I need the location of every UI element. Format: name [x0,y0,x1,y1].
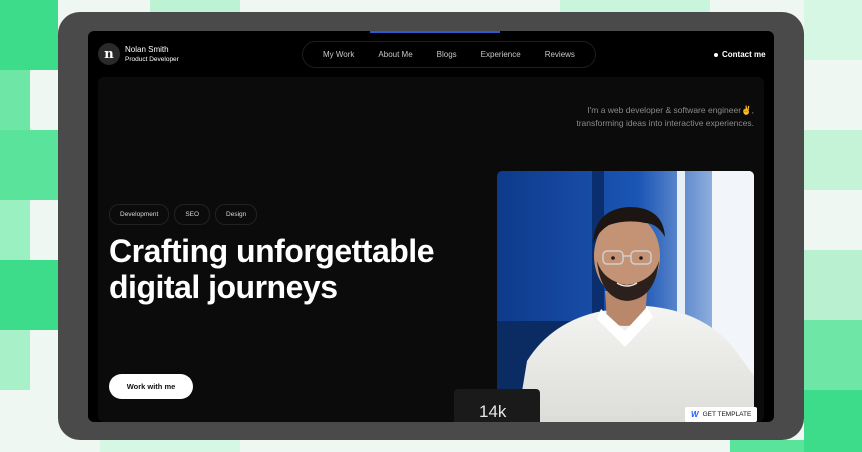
tag-list: Development SEO Design [109,204,258,225]
nav-link-blogs[interactable]: Blogs [437,50,457,59]
navbar: n Nolan Smith Product Developer My Work … [88,31,774,75]
work-with-me-button[interactable]: Work with me [109,374,193,399]
intro-text: I'm a web developer & software engineer✌… [576,105,754,128]
nav-menu: My Work About Me Blogs Experience Review… [302,41,596,68]
hero-headline: Crafting unforgettable digital journeys [109,233,434,305]
get-template-badge[interactable]: W GET TEMPLATE [685,407,758,422]
portrait-photo [497,171,754,422]
stat-card: 14k [454,389,540,422]
tag-design[interactable]: Design [215,204,258,225]
tag-development[interactable]: Development [109,204,170,225]
nav-link-my-work[interactable]: My Work [323,50,354,59]
nav-link-about-me[interactable]: About Me [378,50,412,59]
logo-icon[interactable]: n [98,43,120,65]
nav-link-experience[interactable]: Experience [481,50,521,59]
dot-icon [714,52,718,57]
tablet-frame: n Nolan Smith Product Developer My Work … [58,12,804,440]
nav-link-reviews[interactable]: Reviews [545,50,575,59]
stat-value: 14k [479,402,507,421]
brand-name: Nolan Smith [125,45,169,54]
brand-role: Product Developer [125,56,179,63]
contact-label: Contact me [722,50,766,59]
website-screen: n Nolan Smith Product Developer My Work … [88,31,774,422]
get-template-label: GET TEMPLATE [702,411,752,418]
webflow-icon: W [691,410,699,419]
hero-card: I'm a web developer & software engineer✌… [98,77,764,422]
contact-button[interactable]: Contact me [714,50,766,59]
tag-seo[interactable]: SEO [174,204,211,225]
